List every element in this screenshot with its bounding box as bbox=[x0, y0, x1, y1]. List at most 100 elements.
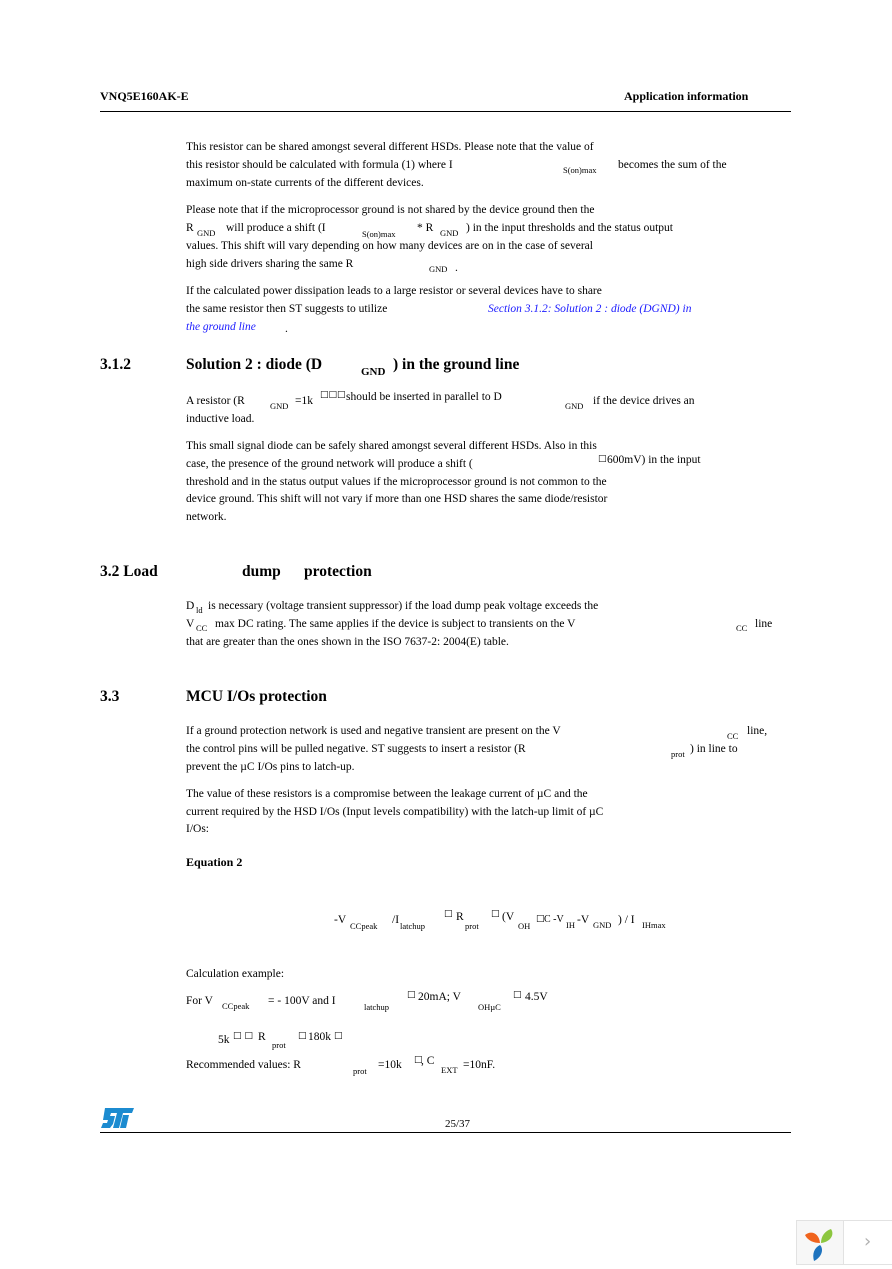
text-line: threshold and in the status output value… bbox=[186, 476, 607, 488]
section-title: Solution 2 : diode (D bbox=[186, 356, 323, 373]
subscript: prot bbox=[353, 1066, 367, 1076]
footer-rule bbox=[100, 1132, 791, 1133]
eq-term: (V bbox=[502, 911, 515, 923]
subscript: ld bbox=[196, 605, 203, 615]
missing-glyph: □□□ bbox=[320, 390, 346, 400]
text-line: maximum on-state currents of the differe… bbox=[186, 177, 424, 189]
subscript: prot bbox=[272, 1040, 286, 1050]
section-link-continued[interactable]: the ground line bbox=[186, 318, 256, 336]
text-line: ) in the input thresholds and the status… bbox=[466, 222, 673, 234]
next-page-button[interactable]: › bbox=[843, 1220, 892, 1265]
eq-term: -V bbox=[577, 914, 590, 926]
text-line: case, the presence of the ground network… bbox=[186, 458, 473, 470]
section-number: 3.1.2 bbox=[100, 356, 131, 373]
text-line: D bbox=[186, 600, 195, 612]
text-line: line, bbox=[747, 725, 768, 737]
subscript: latchup bbox=[400, 921, 426, 931]
text-line: R bbox=[186, 222, 194, 234]
section-number: 3.3 bbox=[100, 688, 120, 705]
subscript: EXT bbox=[441, 1065, 458, 1075]
chevron-right-icon: › bbox=[864, 1231, 872, 1252]
subscript: prot bbox=[465, 921, 479, 931]
text-line: If a ground protection network is used a… bbox=[186, 725, 561, 737]
subscript: GND bbox=[270, 401, 289, 411]
text-line: this resistor should be calculated with … bbox=[186, 159, 453, 171]
text-line: will produce a shift (I bbox=[226, 222, 326, 234]
text-line: device ground. This shift will not vary … bbox=[186, 493, 608, 505]
calc-term: 20mA; V bbox=[418, 991, 461, 1003]
subscript: CC bbox=[736, 623, 748, 633]
document-id: VNQ5E160AK-E bbox=[100, 89, 189, 103]
text-line: I/Os: bbox=[186, 823, 209, 835]
subscript: latchup bbox=[364, 1002, 390, 1012]
missing-glyph: □ bbox=[444, 909, 453, 919]
subscript: CCpeak bbox=[222, 1001, 250, 1011]
eq-term: ) / I bbox=[618, 914, 635, 926]
text-line: network. bbox=[186, 511, 227, 523]
calc-term: R bbox=[258, 1031, 266, 1043]
text-line: line bbox=[755, 618, 773, 630]
subscript: S(on)max bbox=[563, 165, 597, 175]
missing-glyph: □ bbox=[407, 990, 416, 1000]
subscript: OHµC bbox=[478, 1002, 501, 1012]
missing-glyph: □ □ bbox=[233, 1031, 253, 1041]
eq-term: -V bbox=[334, 914, 347, 926]
section-title: ) in the ground line bbox=[393, 356, 520, 373]
section-header: Application information bbox=[624, 89, 749, 103]
text-line: V bbox=[186, 618, 195, 630]
text-line: This resistor can be shared amongst seve… bbox=[186, 141, 594, 153]
missing-glyph: □ bbox=[298, 1031, 307, 1041]
eq-term: /I bbox=[392, 914, 400, 926]
subscript: GND bbox=[593, 920, 612, 930]
section-title: dump bbox=[242, 563, 281, 580]
text-line: max DC rating. The same applies if the d… bbox=[215, 618, 576, 630]
header-rule bbox=[100, 111, 791, 112]
text-line: If the calculated power dissipation lead… bbox=[186, 285, 602, 297]
page-number: 25/37 bbox=[445, 1118, 471, 1130]
eq-term: C -V bbox=[544, 914, 564, 925]
text-line: is necessary (voltage transient suppress… bbox=[208, 600, 599, 612]
calc-term: =10nF. bbox=[463, 1059, 496, 1071]
text-line: current required by the HSD I/Os (Input … bbox=[186, 806, 604, 818]
st-logo-icon bbox=[101, 1107, 135, 1129]
text-line: Please note that if the microprocessor g… bbox=[186, 204, 595, 216]
calc-term: , C bbox=[421, 1055, 435, 1067]
calc-term: =10k bbox=[378, 1059, 402, 1071]
calc-term: = - 100V and I bbox=[268, 995, 336, 1007]
missing-glyph: □ bbox=[598, 454, 607, 464]
text-line: * R bbox=[417, 222, 434, 234]
text-line: the same resistor then ST suggests to ut… bbox=[186, 303, 388, 315]
text-line: . bbox=[285, 323, 288, 335]
subscript: CCpeak bbox=[350, 921, 378, 931]
calc-term: 180k bbox=[308, 1031, 331, 1043]
text-line: ) in line to bbox=[690, 743, 738, 755]
text-line: inductive load. bbox=[186, 413, 255, 425]
text-line: =1k bbox=[295, 395, 313, 407]
text-line: should be inserted in parallel to D bbox=[346, 391, 502, 403]
text-line: 600mV) in the input bbox=[607, 454, 701, 466]
text-line: values. This shift will vary depending o… bbox=[186, 240, 593, 252]
text-line: This small signal diode can be safely sh… bbox=[186, 440, 597, 452]
text-line: high side drivers sharing the same R bbox=[186, 258, 354, 270]
text-line: the control pins will be pulled negative… bbox=[186, 743, 526, 755]
subscript: CC bbox=[196, 623, 208, 633]
text-line: . bbox=[455, 262, 458, 274]
text-line: that are greater than the ones shown in … bbox=[186, 636, 509, 648]
subscript: GND bbox=[361, 366, 386, 378]
text-line: A resistor (R bbox=[186, 395, 245, 407]
section-link[interactable]: Section 3.1.2: Solution 2 : diode (DGND)… bbox=[488, 300, 691, 318]
pinwheel-logo-icon bbox=[805, 1229, 833, 1261]
viewer-logo-button[interactable] bbox=[796, 1220, 844, 1265]
missing-glyph: □ bbox=[491, 909, 500, 919]
text-line: if the device drives an bbox=[593, 395, 695, 407]
subscript: GND bbox=[429, 264, 448, 274]
calc-term: 5k bbox=[218, 1034, 230, 1046]
calc-term: For V bbox=[186, 995, 213, 1007]
section-title: protection bbox=[304, 563, 372, 580]
subscript: IHmax bbox=[642, 920, 666, 930]
calc-term: Recommended values: R bbox=[186, 1059, 301, 1071]
section-title: 3.2 Load bbox=[100, 563, 158, 580]
missing-glyph: □ bbox=[334, 1031, 343, 1041]
subscript: OH bbox=[518, 921, 531, 931]
text-line: becomes the sum of the bbox=[618, 159, 727, 171]
